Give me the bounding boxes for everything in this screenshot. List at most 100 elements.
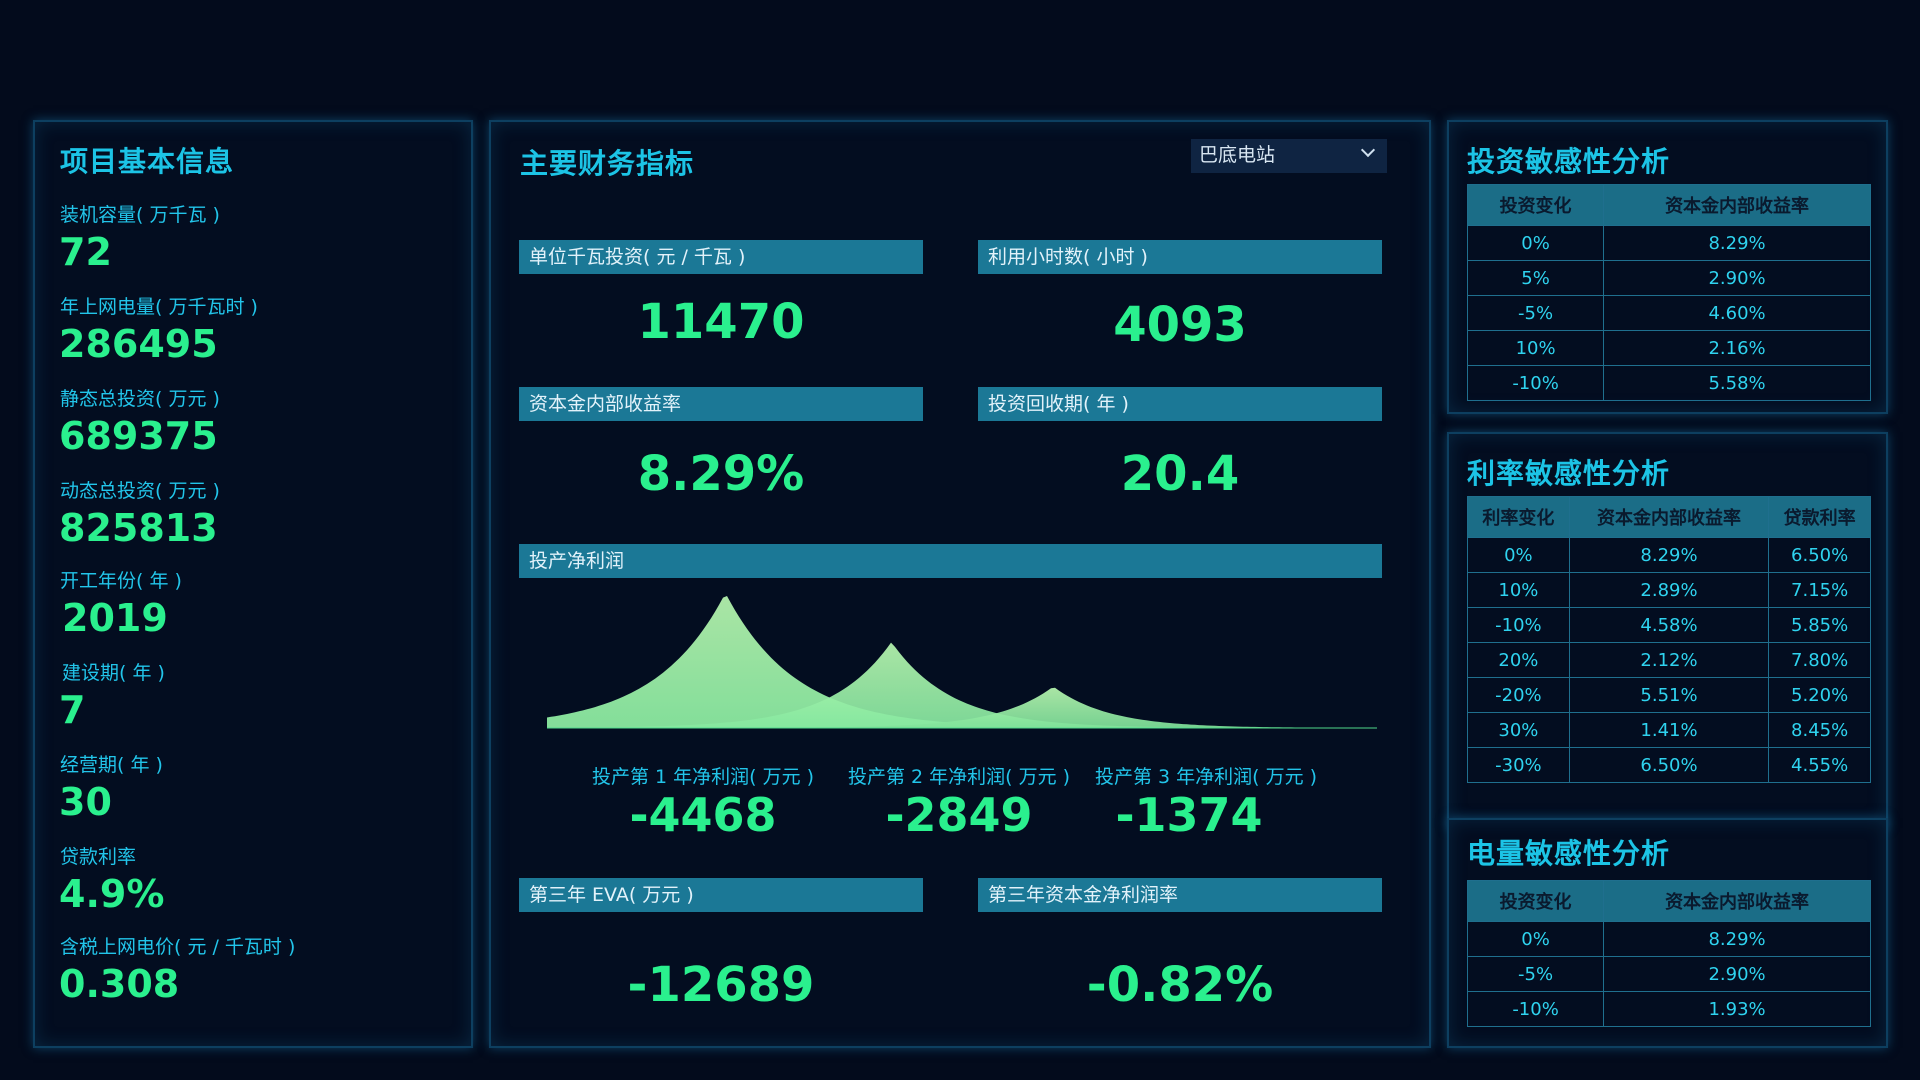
kpi-label-bar: 投资回收期( 年 ) [978, 387, 1382, 421]
table-row: 10% 2.16% [1466, 330, 1871, 366]
table-cell: 4.58% [1568, 607, 1770, 643]
table-cell: 0% [1466, 921, 1605, 957]
info-label: 静态总投资( 万元 ) [60, 388, 220, 410]
table-cell: -30% [1467, 747, 1570, 783]
kpi-value: 20.4 [1120, 446, 1240, 502]
table-header: 投资变化 [1466, 880, 1605, 922]
panel-title: 投资敏感性分析 [1467, 145, 1671, 178]
table-row: -20% 5.51% 5.20% [1467, 677, 1871, 713]
table-cell: -10% [1466, 991, 1605, 1027]
info-value: 0.308 [59, 962, 180, 1006]
table-header: 投资变化 [1466, 184, 1605, 226]
table-row: -5% 2.90% [1466, 956, 1871, 992]
info-value: 2019 [62, 596, 168, 640]
table-header: 贷款利率 [1768, 496, 1871, 538]
table-row: -10% 1.93% [1466, 991, 1871, 1027]
info-label: 经营期( 年 ) [60, 754, 163, 776]
info-value: 689375 [59, 414, 218, 458]
table-cell: 4.55% [1768, 747, 1871, 783]
panel-title: 电量敏感性分析 [1467, 837, 1671, 870]
table-row: 5% 2.90% [1466, 260, 1871, 296]
kpi-value: 11470 [637, 294, 805, 350]
table-row: -5% 4.60% [1466, 295, 1871, 331]
electricity-sensitivity-panel: 电量敏感性分析 投资变化 资本金内部收益率 0% 8.29% -5% 2.90% -… [1447, 818, 1888, 1048]
table-cell: -10% [1466, 365, 1605, 401]
info-value: 7 [59, 688, 86, 732]
info-value: 286495 [59, 322, 218, 366]
table-row: 10% 2.89% 7.15% [1467, 572, 1871, 608]
table-cell: 2.12% [1568, 642, 1770, 678]
year-profit-label: 投产第 1 年净利润( 万元 ) [591, 766, 815, 788]
profit-area-chart [547, 596, 1377, 729]
table-header: 资本金内部收益率 [1603, 184, 1871, 226]
year-profit-label: 投产第 3 年净利润( 万元 ) [1094, 766, 1318, 788]
table-cell: 8.29% [1568, 537, 1770, 573]
table-row: -10% 4.58% 5.85% [1467, 607, 1871, 643]
info-label: 年上网电量( 万千瓦时 ) [60, 296, 258, 318]
table-cell: 7.15% [1768, 572, 1871, 608]
kpi-label-bar: 单位千瓦投资( 元 / 千瓦 ) [519, 240, 923, 274]
kpi-label-bar: 第三年资本金净利润率 [978, 878, 1382, 912]
sensitivity-table: 投资变化 资本金内部收益率 0% 8.29% -5% 2.90% -10% 1.93% [1466, 880, 1871, 1027]
info-label: 装机容量( 万千瓦 ) [60, 204, 220, 226]
sensitivity-table: 利率变化 资本金内部收益率 贷款利率 0% 8.29% 6.50% 10% 2.89%… [1467, 496, 1871, 783]
table-cell: 8.29% [1603, 225, 1871, 261]
table-cell: 8.45% [1768, 712, 1871, 748]
table-row: 0% 8.29% [1466, 921, 1871, 957]
info-value: 72 [59, 230, 112, 274]
interest-rate-sensitivity-panel: 利率敏感性分析 利率变化 资本金内部收益率 贷款利率 0% 8.29% 6.50% … [1447, 432, 1888, 828]
kpi-value: -12689 [627, 957, 815, 1013]
table-cell: 8.29% [1603, 921, 1871, 957]
panel-title: 主要财务指标 [520, 147, 695, 180]
kpi-label-bar: 利用小时数( 小时 ) [978, 240, 1382, 274]
table-cell: 6.50% [1768, 537, 1871, 573]
table-row: 30% 1.41% 8.45% [1467, 712, 1871, 748]
panel-title: 项目基本信息 [60, 145, 235, 178]
table-cell: 1.93% [1603, 991, 1871, 1027]
kpi-label-bar: 第三年 EVA( 万元 ) [519, 878, 923, 912]
table-cell: 20% [1467, 642, 1570, 678]
table-cell: -5% [1466, 295, 1605, 331]
info-value: 825813 [59, 506, 218, 550]
info-label: 动态总投资( 万元 ) [60, 480, 220, 502]
project-info-panel: 项目基本信息 装机容量( 万千瓦 ) 72 年上网电量( 万千瓦时 ) 2864… [33, 120, 473, 1048]
table-cell: 2.89% [1568, 572, 1770, 608]
panel-title: 利率敏感性分析 [1467, 457, 1671, 490]
table-cell: 6.50% [1568, 747, 1770, 783]
kpi-value: 4093 [1113, 297, 1247, 353]
table-header: 资本金内部收益率 [1568, 496, 1770, 538]
station-select[interactable]: 巴底电站 [1191, 139, 1387, 173]
year-profit-value: -2849 [885, 788, 1033, 842]
table-cell: 5.85% [1768, 607, 1871, 643]
year-profit-value: -4468 [629, 788, 777, 842]
table-cell: 5.58% [1603, 365, 1871, 401]
kpi-value: 8.29% [637, 446, 805, 502]
info-label: 开工年份( 年 ) [60, 570, 182, 592]
table-row: 0% 8.29% 6.50% [1467, 537, 1871, 573]
table-cell: 1.41% [1568, 712, 1770, 748]
table-cell: 5.20% [1768, 677, 1871, 713]
table-cell: -10% [1467, 607, 1570, 643]
info-label: 建设期( 年 ) [62, 662, 165, 684]
info-value: 4.9% [59, 872, 165, 916]
year-profit-value: -1374 [1115, 788, 1263, 842]
table-row: 20% 2.12% 7.80% [1467, 642, 1871, 678]
financial-indicators-panel: 主要财务指标 巴底电站 单位千瓦投资( 元 / 千瓦 ) 利用小时数( 小时 )… [489, 120, 1431, 1048]
kpi-value: -0.82% [1086, 957, 1274, 1013]
kpi-label-bar: 资本金内部收益率 [519, 387, 923, 421]
year-profit-label: 投产第 2 年净利润( 万元 ) [847, 766, 1071, 788]
table-cell: 2.90% [1603, 260, 1871, 296]
info-label: 含税上网电价( 元 / 千瓦时 ) [60, 936, 296, 958]
table-header: 利率变化 [1467, 496, 1570, 538]
sensitivity-table: 投资变化 资本金内部收益率 0% 8.29% 5% 2.90% -5% 4.60% 1… [1466, 184, 1871, 401]
table-row: 0% 8.29% [1466, 225, 1871, 261]
table-cell: -5% [1466, 956, 1605, 992]
table-cell: 5.51% [1568, 677, 1770, 713]
station-select-value: 巴底电站 [1199, 144, 1276, 166]
table-cell: 5% [1466, 260, 1605, 296]
table-row: -10% 5.58% [1466, 365, 1871, 401]
table-header: 资本金内部收益率 [1603, 880, 1871, 922]
table-row: -30% 6.50% 4.55% [1467, 747, 1871, 783]
profit-label-bar: 投产净利润 [519, 544, 1382, 578]
table-cell: 0% [1466, 225, 1605, 261]
